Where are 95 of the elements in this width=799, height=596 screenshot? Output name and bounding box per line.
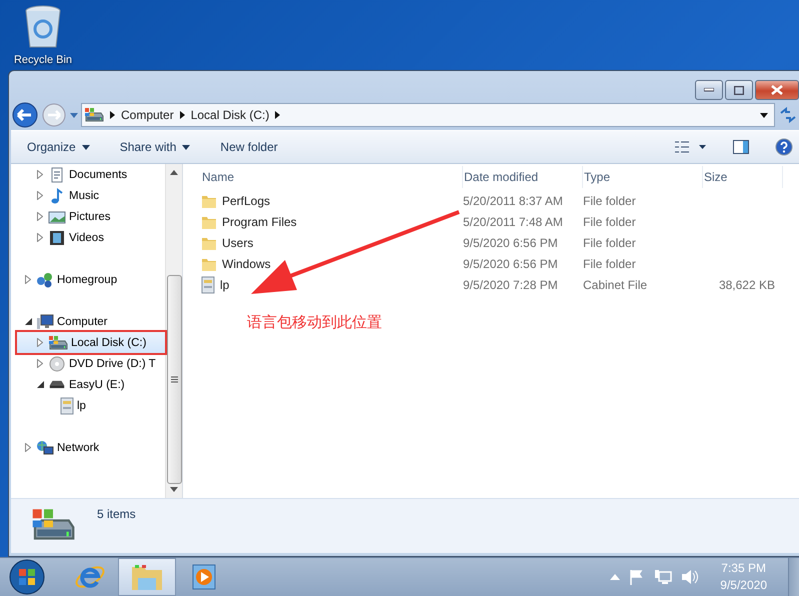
expand-arrow-icon[interactable] (37, 212, 43, 221)
picture-icon (48, 208, 66, 224)
nav-item[interactable]: Homegroup (17, 269, 165, 290)
status-text: 5 items (97, 507, 136, 521)
expand-arrow-icon[interactable] (25, 443, 31, 452)
drive-icon (48, 380, 66, 389)
taskbar-button[interactable] (118, 558, 176, 596)
cabinet-file-icon (201, 276, 215, 294)
size-cell-text: 38,622 KB (718, 278, 775, 292)
file-row[interactable]: Windows 9/5/2020 6:56 PM File folder (201, 253, 799, 274)
nav-item[interactable]: Pictures (17, 206, 165, 227)
column-header[interactable]: Type (583, 166, 703, 188)
chevron-right-icon (275, 111, 280, 119)
nav-item[interactable]: Music (17, 185, 165, 206)
annotation-text: 语言包移动到此位置 (247, 313, 382, 332)
minimize-button[interactable] (695, 80, 723, 100)
show-desktop-button[interactable] (788, 558, 799, 596)
history-dropdown-icon[interactable] (69, 111, 79, 119)
disc-icon (48, 356, 66, 372)
cabinet-file-icon (60, 396, 74, 414)
chevron-right-icon (110, 111, 115, 119)
speaker-icon[interactable] (681, 569, 700, 585)
nav-item[interactable]: Documents (17, 164, 165, 185)
grip-icon (170, 376, 178, 383)
date-cell-text: 9/5/2020 6:56 PM (463, 256, 559, 270)
flag-icon[interactable] (629, 569, 646, 585)
caret-icon (182, 144, 190, 150)
toolbar-button[interactable]: Organize (25, 137, 92, 157)
column-header[interactable]: Size (703, 166, 783, 188)
date-cell-text: 9/5/2020 6:56 PM (463, 236, 559, 250)
column-header[interactable]: Date modified (463, 166, 583, 188)
show-hidden-icons-icon[interactable] (610, 574, 620, 580)
nav-item[interactable]: DVD Drive (D:) T (17, 353, 165, 374)
nav-item[interactable]: EasyU (E:) (17, 374, 165, 395)
file-name: Windows (222, 256, 271, 270)
expand-arrow-icon[interactable] (25, 275, 31, 284)
date-cell-text: 9/5/2020 7:28 PM (463, 278, 559, 292)
folder-icon (130, 562, 164, 592)
minimize-icon (704, 88, 714, 92)
drive-icon (84, 107, 104, 123)
scrollbar[interactable] (165, 164, 183, 498)
file-name: Program Files (222, 214, 297, 228)
file-row[interactable]: PerfLogs 5/20/2011 8:37 AM File folder (201, 190, 799, 211)
film-icon (48, 230, 66, 246)
file-row[interactable]: Users 9/5/2020 6:56 PM File folder (201, 232, 799, 253)
close-icon (771, 85, 783, 95)
file-name: PerfLogs (222, 194, 270, 208)
preview-pane-icon[interactable] (733, 140, 749, 154)
nav-item[interactable]: Computer (17, 311, 165, 332)
type-cell-text: File folder (583, 236, 637, 250)
nav-item[interactable]: Videos (17, 227, 165, 248)
expand-arrow-icon[interactable] (37, 170, 43, 179)
back-button[interactable] (11, 101, 39, 129)
start-button[interactable] (8, 559, 46, 595)
nav-item[interactable]: Network (17, 437, 165, 458)
computer-icon (36, 314, 54, 330)
type-cell-text: File folder (583, 214, 637, 228)
file-row[interactable]: lp 9/5/2020 7:28 PM Cabinet File 38,622 KB (201, 274, 799, 295)
chevron-right-icon (180, 111, 185, 119)
file-name: lp (220, 278, 230, 292)
type-cell-text: File folder (583, 256, 637, 270)
collapse-arrow-icon[interactable] (37, 381, 44, 388)
file-name: Users (222, 236, 254, 250)
file-row[interactable]: Program Files 5/20/2011 7:48 AM File folder (201, 211, 799, 232)
type-cell-text: File folder (583, 194, 637, 208)
nav-item[interactable]: lp (17, 395, 165, 416)
expand-arrow-icon[interactable] (37, 338, 43, 347)
desktop-icon-label: Recycle Bin (14, 54, 72, 66)
help-icon[interactable] (775, 138, 793, 156)
toolbar-button[interactable]: Share with (118, 137, 192, 157)
breadcrumb[interactable]: Local Disk (C:) (190, 108, 270, 122)
close-button[interactable] (755, 80, 799, 100)
homegroup-icon (36, 272, 54, 288)
scroll-down-icon[interactable] (170, 487, 178, 492)
address-bar[interactable]: Computer Local Disk (C:) (81, 103, 775, 127)
toolbar-button[interactable]: New folder (218, 137, 280, 157)
expand-arrow-icon[interactable] (37, 359, 43, 368)
scroll-up-icon[interactable] (170, 170, 178, 175)
maximize-icon (734, 86, 744, 94)
nav-item[interactable]: Local Disk (C:) (17, 332, 165, 353)
view-options-icon[interactable] (675, 141, 707, 153)
column-header[interactable]: Name (201, 166, 463, 188)
date-cell-text: 5/20/2011 8:37 AM (463, 194, 564, 208)
network-icon[interactable] (654, 569, 672, 585)
maximize-button[interactable] (725, 80, 753, 100)
caret-icon (82, 144, 90, 150)
collapse-arrow-icon[interactable] (25, 318, 32, 325)
type-cell-text: Cabinet File (583, 278, 648, 292)
network-icon (36, 440, 54, 456)
breadcrumb[interactable]: Computer (121, 108, 174, 122)
drive-icon (48, 334, 68, 350)
expand-arrow-icon[interactable] (37, 233, 43, 242)
expand-arrow-icon[interactable] (37, 191, 43, 200)
date-cell-text: 5/20/2011 7:48 AM (463, 214, 564, 228)
dropdown-icon[interactable] (760, 112, 768, 118)
